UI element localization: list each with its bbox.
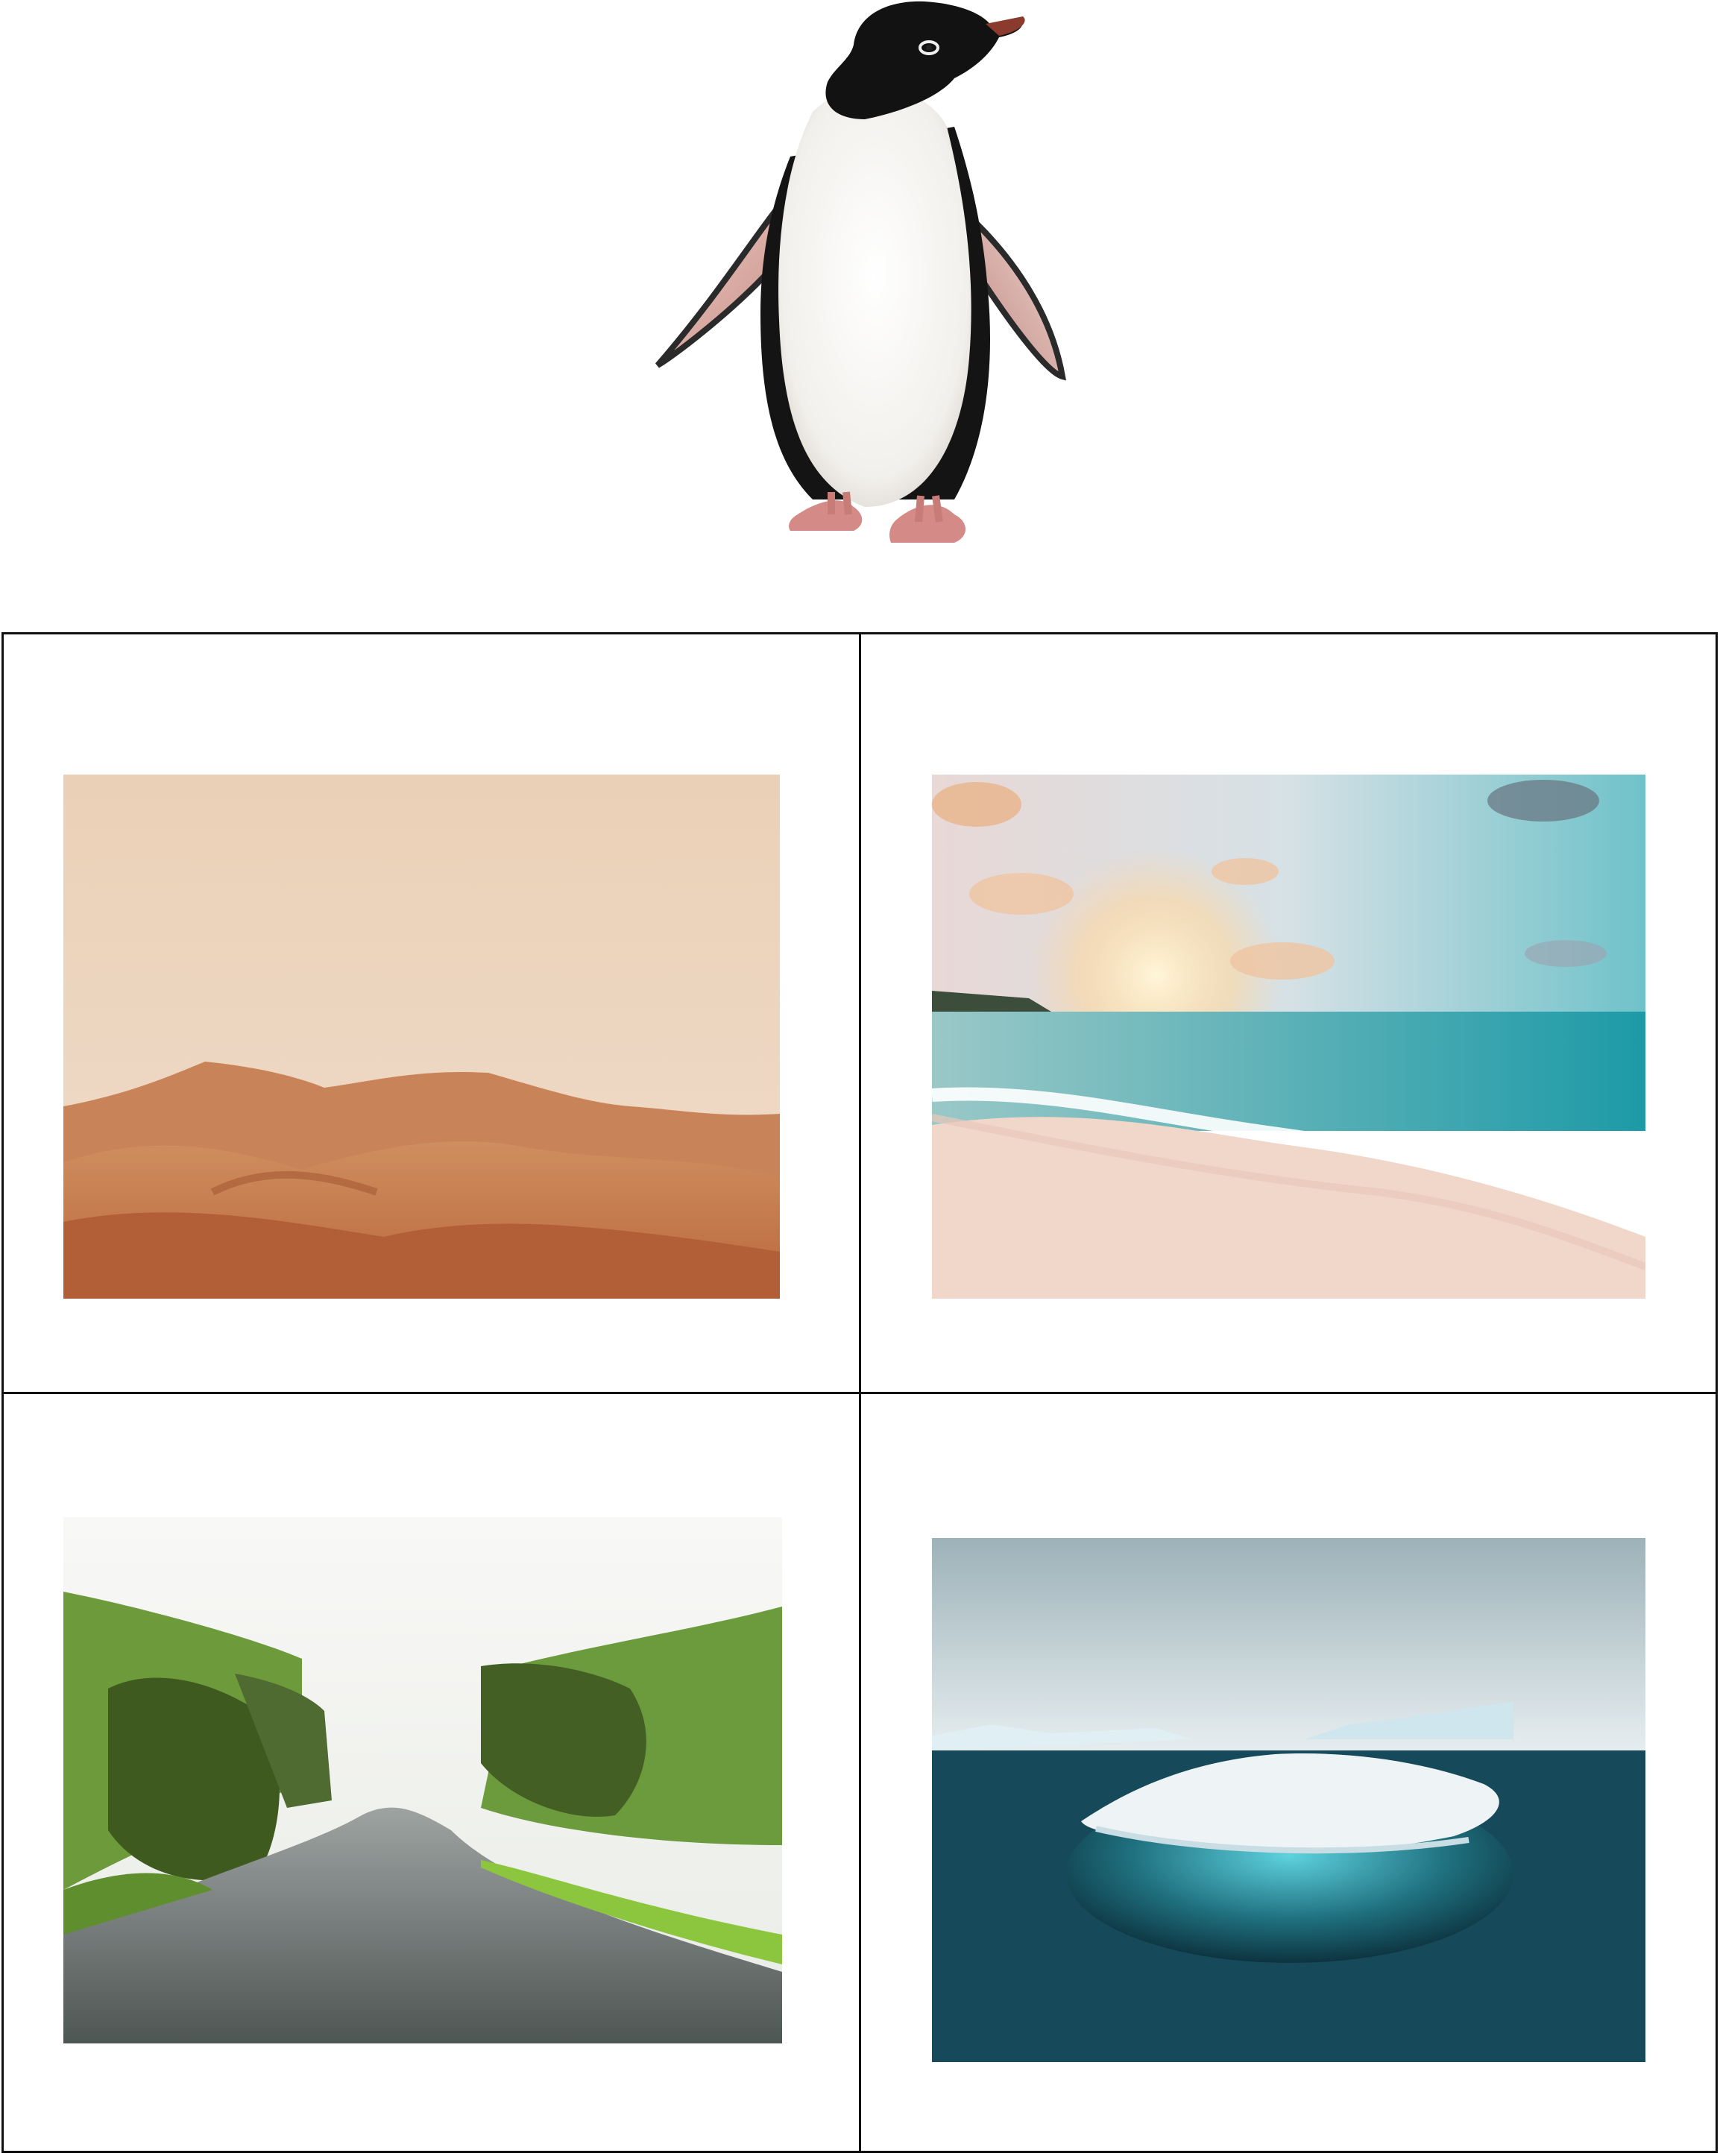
river-canyon-image[interactable] [63,1517,782,2043]
grid-divider-horizontal [1,1392,1718,1394]
penguin-image [641,0,1089,552]
desert-image[interactable] [63,775,780,1299]
beach-image[interactable] [932,775,1645,1299]
iceberg-image[interactable] [932,1538,1645,2062]
